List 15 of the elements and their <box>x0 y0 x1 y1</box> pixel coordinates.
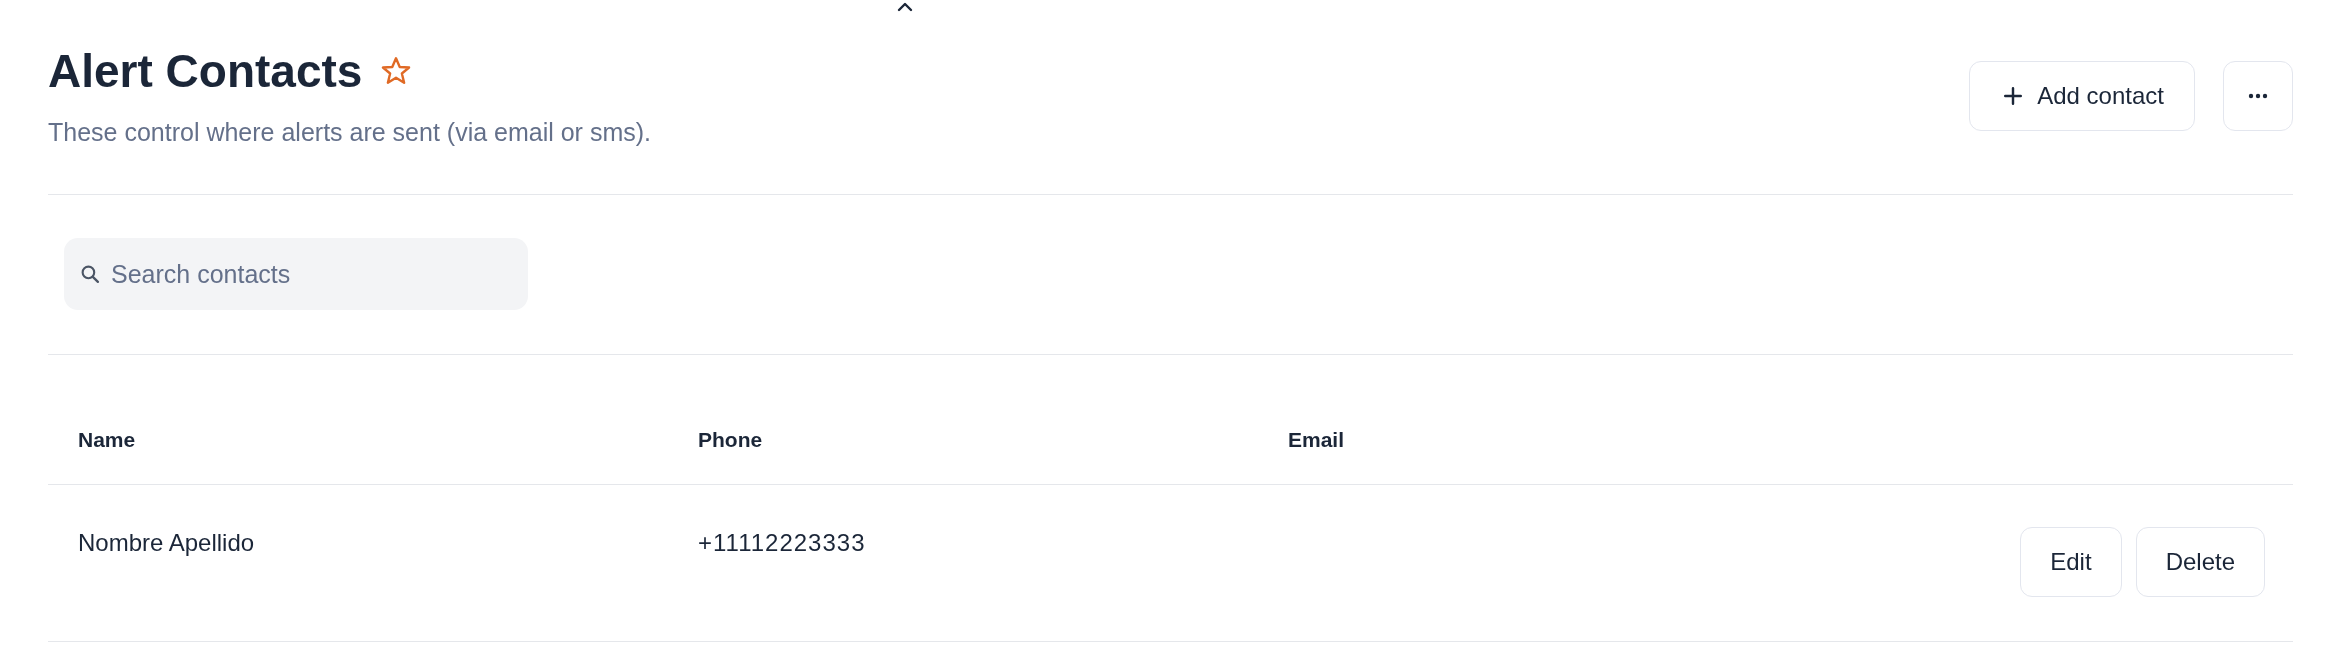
column-header: Name <box>78 428 137 452</box>
plus-icon <box>2003 86 2024 106</box>
table-cell-text: +11112223333 <box>698 528 867 557</box>
star-icon[interactable] <box>380 55 413 87</box>
edit-button[interactable]: Edit <box>2020 527 2122 597</box>
page-title: Alert Contacts <box>48 44 363 98</box>
search-field[interactable]: Search contacts <box>64 238 528 310</box>
delete-button[interactable]: Delete <box>2135 527 2265 597</box>
table-cell-text: Nombre Apellido <box>78 528 256 557</box>
chevron-up-icon[interactable] <box>895 0 915 12</box>
column-header: Email <box>1288 428 1346 452</box>
add-contact-button[interactable]: Add contact <box>1969 61 2195 131</box>
page-subtitle: These control where alerts are sent (via email or sms). <box>48 118 651 146</box>
column-header: Phone <box>698 428 764 452</box>
more-icon <box>2248 92 2268 100</box>
